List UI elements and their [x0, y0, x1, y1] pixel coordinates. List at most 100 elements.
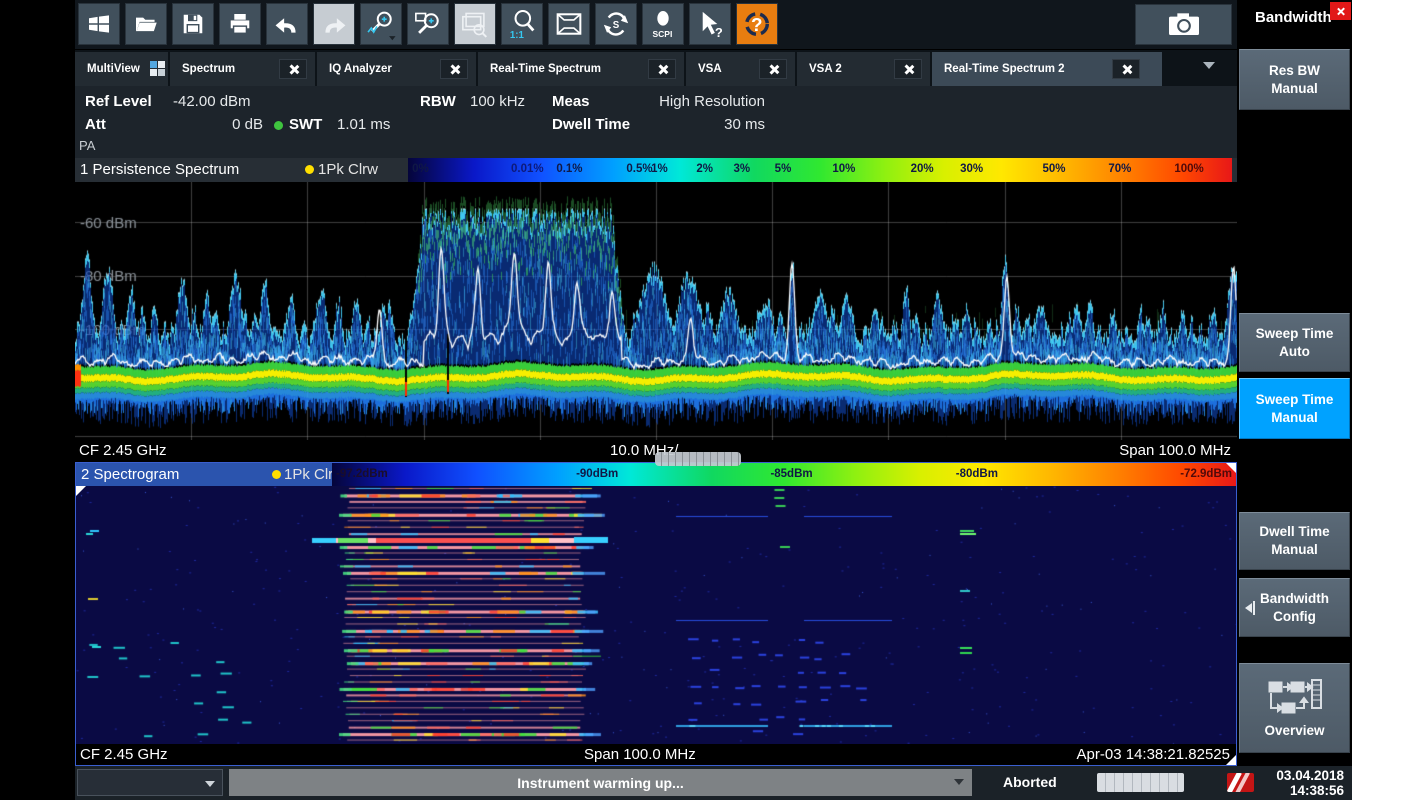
pa-indicator: PA — [79, 138, 95, 153]
tab-close-button[interactable] — [1112, 59, 1140, 79]
date: 03.04.2018 — [1276, 768, 1344, 783]
softkey-dwell-time-manual[interactable]: Dwell Time Manual — [1239, 512, 1350, 570]
persistence-spectrum-canvas[interactable] — [75, 182, 1237, 440]
scale-label: -85dBm — [770, 468, 812, 480]
tab-multiview[interactable]: MultiView — [75, 52, 168, 86]
window1-span[interactable]: Span 100.0 MHz — [1119, 442, 1231, 459]
tab-close-button[interactable] — [648, 59, 676, 79]
scale-label: 10% — [832, 163, 855, 175]
undo-button[interactable] — [266, 3, 308, 45]
save-floppy-icon — [178, 9, 208, 39]
tab-close-button[interactable] — [894, 59, 922, 79]
rbw-label: RBW — [420, 93, 456, 110]
status-bar: Instrument warming up... Aborted 03.04.2… — [75, 766, 1352, 800]
channel-settings-header[interactable]: Ref Level -42.00 dBm RBW 100 kHz Meas Hi… — [75, 86, 1237, 158]
scale-label: 100% — [1174, 163, 1203, 175]
dwell-time-value[interactable]: 30 ms — [615, 116, 765, 133]
close-menu-button[interactable] — [1330, 2, 1351, 20]
window2-header[interactable]: 2 Spectrogram 1Pk Clrw -97.2dBm -90dBm -… — [76, 463, 1236, 486]
zoom-windows-button[interactable] — [454, 3, 496, 45]
softkey-label: Bandwidth Config — [1260, 590, 1329, 625]
context-help-qmark: ? — [715, 25, 723, 40]
right-margin — [1352, 0, 1422, 800]
window2-cf[interactable]: CF 2.45 GHz — [80, 746, 168, 763]
window2-span[interactable]: Span 100.0 MHz — [584, 746, 696, 763]
date-time: 03.04.2018 14:38:56 — [1276, 768, 1344, 798]
window1-trace-label[interactable]: 1Pk Clrw — [318, 161, 378, 178]
tab-close-button[interactable] — [759, 59, 787, 79]
scale-label: 0.01% — [511, 163, 544, 175]
trace-dot-icon — [272, 470, 281, 479]
sync-sequence-button[interactable]: S — [595, 3, 637, 45]
scale-label: 3% — [733, 163, 750, 175]
window-divider-handle[interactable] — [655, 452, 741, 466]
meas-value[interactable]: High Resolution — [615, 93, 765, 110]
print-button[interactable] — [219, 3, 261, 45]
one-to-one-label: 1:1 — [510, 30, 525, 41]
selection-corner-icon — [76, 486, 86, 496]
rbw-value[interactable]: 100 kHz — [470, 93, 525, 110]
swt-value[interactable]: 1.01 ms — [337, 116, 390, 133]
zoom-selection-button[interactable] — [407, 3, 449, 45]
tab-iq-analyzer[interactable]: IQ Analyzer — [317, 52, 476, 86]
zoom-trace-button[interactable] — [360, 3, 402, 45]
system-message-bar[interactable]: Instrument warming up... — [229, 769, 972, 796]
scpi-recorder-icon: SCPI — [646, 7, 680, 41]
window-persistence-spectrum[interactable]: 1 Persistence Spectrum 1Pk Clrw 0% 0.01%… — [75, 158, 1237, 462]
tab-vsa[interactable]: VSA — [686, 52, 795, 86]
fit-frame-button[interactable] — [548, 3, 590, 45]
screenshot-button[interactable] — [1135, 4, 1232, 45]
window1-cf[interactable]: CF 2.45 GHz — [79, 442, 167, 459]
tab-spectrum[interactable]: Spectrum — [170, 52, 315, 86]
tab-close-button[interactable] — [279, 59, 307, 79]
context-help-cursor-icon: ? — [693, 7, 727, 41]
tab-overflow-button[interactable] — [1203, 62, 1215, 69]
tab-real-time-spectrum[interactable]: Real-Time Spectrum — [478, 52, 684, 86]
softkey-overview[interactable]: Overview — [1239, 663, 1350, 753]
redo-icon — [319, 9, 349, 39]
window-spectrogram[interactable]: 2 Spectrogram 1Pk Clrw -97.2dBm -90dBm -… — [75, 462, 1237, 766]
att-value[interactable]: 0 dB — [223, 116, 263, 133]
context-help-button[interactable]: ? — [689, 3, 731, 45]
scale-label: 50% — [1042, 163, 1065, 175]
tab-real-time-spectrum-2[interactable]: Real-Time Spectrum 2 — [932, 52, 1162, 86]
zoom-1to1-button[interactable]: 1:1 — [501, 3, 543, 45]
status-led-icon — [274, 121, 283, 130]
tab-label: MultiView — [87, 63, 140, 75]
help-button[interactable]: ? — [736, 3, 778, 45]
measurement-status: Aborted — [1003, 774, 1057, 790]
tab-close-button[interactable] — [440, 59, 468, 79]
tab-vsa-2[interactable]: VSA 2 — [797, 52, 930, 86]
window1-header[interactable]: 1 Persistence Spectrum 1Pk Clrw 0% 0.01%… — [75, 158, 1237, 182]
redo-button[interactable] — [313, 3, 355, 45]
close-icon — [903, 64, 914, 75]
softkey-bandwidth-config[interactable]: Bandwidth Config — [1239, 578, 1350, 637]
spectrogram-plot[interactable] — [76, 486, 1236, 744]
windows-start-button[interactable] — [78, 3, 120, 45]
screenshot-camera-icon — [1164, 11, 1204, 39]
softkey-res-bw-manual[interactable]: Res BW Manual — [1239, 49, 1350, 110]
close-icon — [1121, 64, 1132, 75]
spectrogram-canvas[interactable] — [76, 486, 1236, 744]
toolbar: 1:1 S SCPI — [75, 0, 1237, 49]
persistence-spectrum-plot[interactable] — [75, 182, 1237, 440]
softkey-sidebar: Bandwidth Res BW Manual Sweep Time Auto … — [1237, 0, 1352, 766]
scpi-recorder-button[interactable]: SCPI — [642, 3, 684, 45]
side-menu-arrow-icon — [1245, 601, 1255, 615]
status-dropdown[interactable] — [77, 769, 223, 796]
softkey-sweep-time-manual[interactable]: Sweep Time Manual — [1239, 378, 1350, 439]
open-button[interactable] — [125, 3, 167, 45]
chevron-down-icon — [1203, 62, 1215, 69]
screenshot-root: 1:1 S SCPI — [0, 0, 1422, 800]
save-button[interactable] — [172, 3, 214, 45]
windows-logo-icon — [84, 9, 114, 39]
tab-label: IQ Analyzer — [329, 63, 392, 75]
fit-frame-icon — [552, 7, 586, 41]
scale-label: 20% — [911, 163, 934, 175]
scale-label: -90dBm — [576, 468, 618, 480]
softkey-sweep-time-auto[interactable]: Sweep Time Auto — [1239, 313, 1350, 372]
softkey-menu-title: Bandwidth — [1255, 9, 1332, 26]
close-icon — [657, 64, 668, 75]
tab-label: VSA 2 — [809, 63, 842, 75]
ref-level-value[interactable]: -42.00 dBm — [173, 93, 251, 110]
